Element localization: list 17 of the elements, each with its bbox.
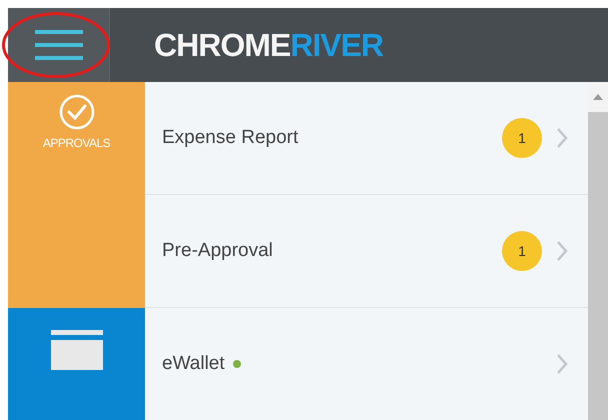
chevron-icon [556, 240, 568, 262]
chevron-icon [556, 127, 568, 149]
count-badge: 1 [502, 231, 542, 271]
scrollbar[interactable] [588, 82, 608, 420]
list-item[interactable]: Expense Report 1 [145, 82, 588, 195]
list-item[interactable]: Pre-Approval 1 [145, 195, 588, 308]
checkmark-icon [58, 94, 94, 130]
sidebar-item[interactable] [8, 308, 145, 420]
item-label: eWallet [162, 353, 225, 375]
item-label: Pre-Approval [162, 240, 273, 262]
card-icon [50, 330, 102, 370]
chevron-icon [556, 353, 568, 375]
scroll-up-icon[interactable] [593, 94, 603, 100]
logo: CHROMERIVER [154, 26, 384, 64]
menu-icon [34, 28, 82, 62]
item-label: Expense Report [162, 127, 298, 149]
count-badge: 1 [502, 118, 542, 158]
